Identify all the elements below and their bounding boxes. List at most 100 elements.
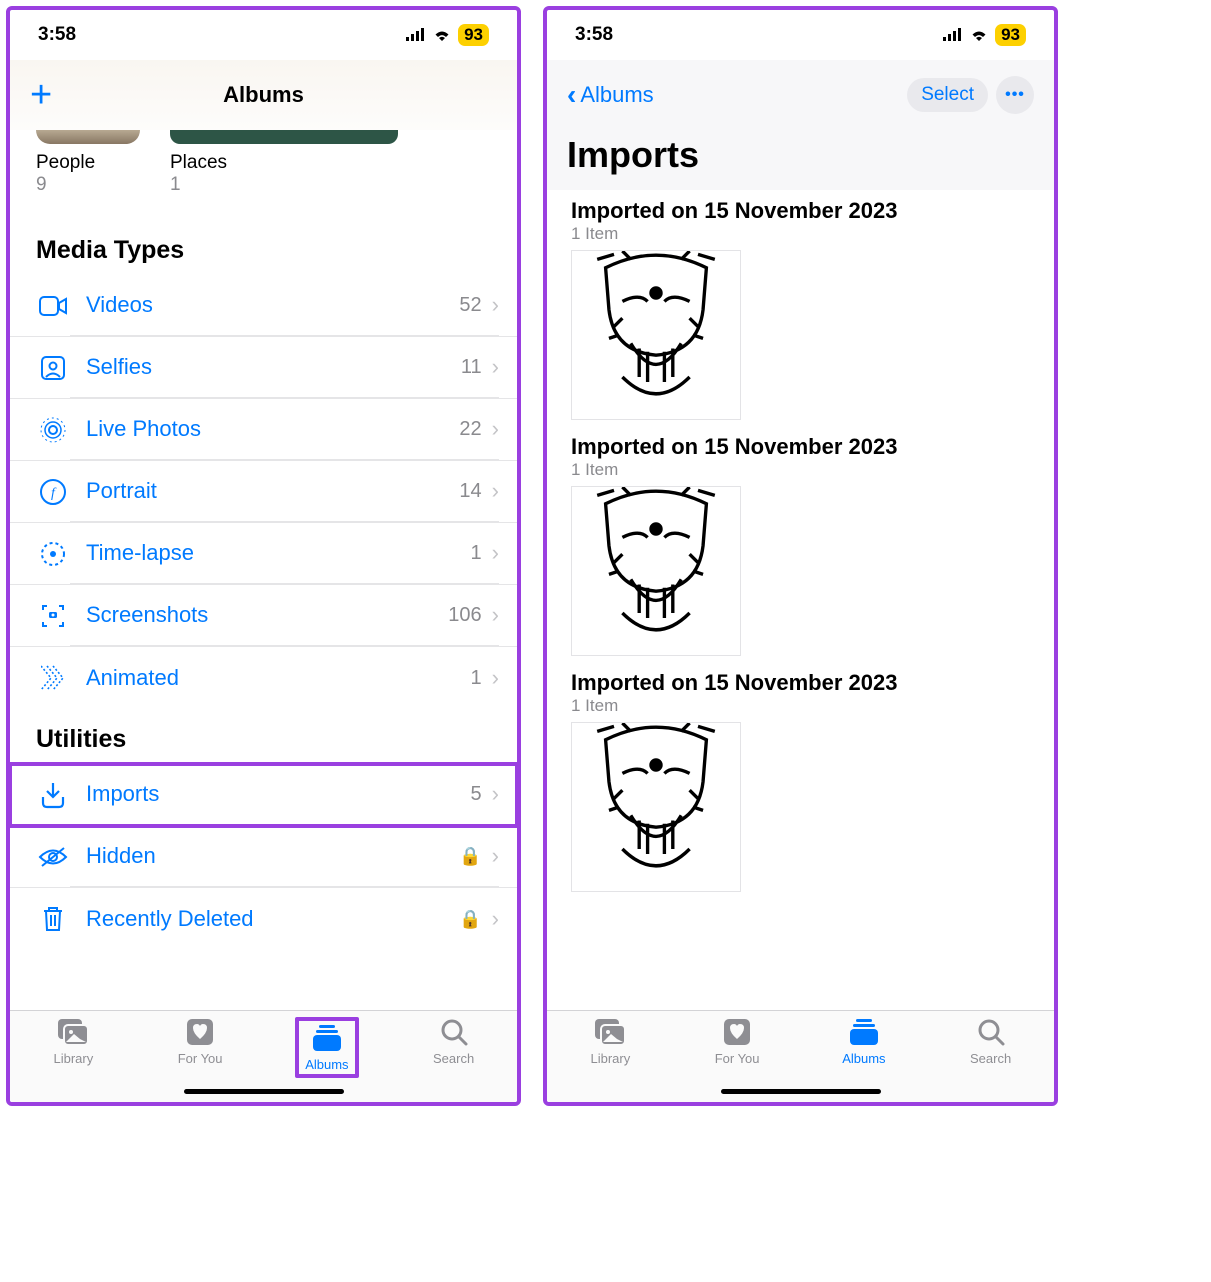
tab-label: Library bbox=[54, 1051, 94, 1066]
wifi-icon bbox=[969, 28, 989, 42]
places-title: Places bbox=[170, 152, 398, 174]
tab-library[interactable]: Library bbox=[10, 1017, 137, 1102]
row-count: 11 bbox=[461, 356, 482, 379]
row-timelapse[interactable]: Time-lapse 1 › bbox=[10, 523, 517, 585]
chevron-right-icon: › bbox=[492, 906, 499, 932]
tab-library[interactable]: Library bbox=[547, 1017, 674, 1102]
people-thumb bbox=[36, 130, 140, 144]
signal-icon bbox=[943, 28, 963, 42]
import-group: Imported on 15 November 2023 1 Item bbox=[547, 670, 1054, 906]
row-count: 106 bbox=[448, 604, 481, 627]
chevron-right-icon: › bbox=[492, 354, 499, 380]
group-subtitle: 1 Item bbox=[571, 460, 1042, 480]
tab-label: Search bbox=[433, 1051, 474, 1066]
section-utilities: Utilities bbox=[10, 709, 517, 764]
albums-icon bbox=[848, 1017, 880, 1047]
tab-search[interactable]: Search bbox=[390, 1017, 517, 1102]
chevron-right-icon: › bbox=[492, 602, 499, 628]
tab-search[interactable]: Search bbox=[927, 1017, 1054, 1102]
chevron-right-icon: › bbox=[492, 781, 499, 807]
svg-text:f: f bbox=[51, 486, 57, 501]
row-count: 14 bbox=[459, 480, 481, 503]
content: People 9 Places 1 Media Types Videos52› … bbox=[10, 130, 517, 1010]
back-button[interactable]: ‹ Albums bbox=[567, 79, 654, 111]
foryou-icon bbox=[185, 1017, 215, 1047]
import-thumb[interactable] bbox=[571, 722, 741, 892]
battery-badge: 93 bbox=[995, 24, 1026, 46]
row-selfies[interactable]: Selfies11› bbox=[10, 337, 517, 399]
drawing-placeholder bbox=[572, 487, 740, 655]
signal-icon bbox=[406, 28, 426, 42]
chevron-left-icon: ‹ bbox=[567, 79, 576, 111]
people-count: 9 bbox=[36, 174, 140, 196]
search-icon bbox=[976, 1017, 1006, 1047]
status-time: 3:58 bbox=[575, 24, 613, 46]
lock-icon: 🔒 bbox=[459, 909, 481, 930]
select-button[interactable]: Select bbox=[907, 78, 988, 112]
status-right: 93 bbox=[406, 24, 489, 46]
chevron-right-icon: › bbox=[492, 478, 499, 504]
timelapse-icon bbox=[36, 540, 70, 568]
row-videos[interactable]: Videos52› bbox=[10, 275, 517, 337]
page-title: Imports bbox=[547, 130, 1054, 190]
group-title: Imported on 15 November 2023 bbox=[571, 670, 1042, 696]
imports-content[interactable]: Imported on 15 November 2023 1 Item Impo… bbox=[547, 190, 1054, 1010]
people-title: People bbox=[36, 152, 140, 174]
back-label: Albums bbox=[580, 82, 653, 108]
phone-left: 3:58 93 + Albums People 9 Places 1 Media… bbox=[6, 6, 521, 1106]
row-label: Live Photos bbox=[86, 416, 201, 442]
row-count: 1 bbox=[471, 667, 482, 690]
foryou-icon bbox=[722, 1017, 752, 1047]
row-imports[interactable]: Imports5› bbox=[10, 764, 517, 826]
album-places[interactable]: Places 1 bbox=[170, 130, 398, 196]
row-hidden[interactable]: Hidden🔒› bbox=[10, 826, 517, 888]
chevron-right-icon: › bbox=[492, 540, 499, 566]
group-title: Imported on 15 November 2023 bbox=[571, 198, 1042, 224]
screenshot-icon bbox=[36, 602, 70, 630]
album-people[interactable]: People 9 bbox=[36, 130, 140, 196]
battery-badge: 93 bbox=[458, 24, 489, 46]
livephoto-icon bbox=[36, 416, 70, 444]
phone-right: 3:58 93 ‹ Albums Select ••• Imports Impo… bbox=[543, 6, 1058, 1106]
more-button[interactable]: ••• bbox=[996, 76, 1034, 114]
row-portrait[interactable]: f Portrait14› bbox=[10, 461, 517, 523]
chevron-right-icon: › bbox=[492, 292, 499, 318]
row-animated[interactable]: Animated1› bbox=[10, 647, 517, 709]
utilities-list: Imports5› Hidden🔒› Recently Deleted🔒› bbox=[10, 764, 517, 950]
library-icon bbox=[593, 1017, 627, 1047]
row-label: Recently Deleted bbox=[86, 906, 254, 932]
row-screenshots[interactable]: Screenshots106› bbox=[10, 585, 517, 647]
row-count: 1 bbox=[471, 542, 482, 565]
import-icon bbox=[36, 781, 70, 809]
status-right: 93 bbox=[943, 24, 1026, 46]
row-livephotos[interactable]: Live Photos22› bbox=[10, 399, 517, 461]
row-recently-deleted[interactable]: Recently Deleted 🔒 › bbox=[10, 888, 517, 950]
import-thumb[interactable] bbox=[571, 250, 741, 420]
home-indicator bbox=[184, 1089, 344, 1094]
group-subtitle: 1 Item bbox=[571, 696, 1042, 716]
group-title: Imported on 15 November 2023 bbox=[571, 434, 1042, 460]
video-icon bbox=[36, 296, 70, 316]
portrait-icon: f bbox=[36, 478, 70, 506]
media-types-list: Videos52› Selfies11› Live Photos22› f Po… bbox=[10, 275, 517, 709]
import-group: Imported on 15 November 2023 1 Item bbox=[547, 434, 1054, 670]
section-media-types: Media Types bbox=[10, 220, 517, 275]
row-label: Animated bbox=[86, 665, 179, 691]
row-label: Videos bbox=[86, 292, 153, 318]
row-label: Time-lapse bbox=[86, 540, 194, 566]
tab-label: For You bbox=[178, 1051, 223, 1066]
lock-icon: 🔒 bbox=[459, 846, 481, 867]
import-group: Imported on 15 November 2023 1 Item bbox=[547, 190, 1054, 434]
chevron-right-icon: › bbox=[492, 843, 499, 869]
status-bar: 3:58 93 bbox=[10, 10, 517, 60]
selfie-icon bbox=[36, 355, 70, 381]
wifi-icon bbox=[432, 28, 452, 42]
import-thumb[interactable] bbox=[571, 486, 741, 656]
drawing-placeholder bbox=[572, 251, 740, 419]
home-indicator bbox=[721, 1089, 881, 1094]
drawing-placeholder bbox=[572, 723, 740, 891]
nav-bar: + Albums bbox=[10, 60, 517, 130]
status-time: 3:58 bbox=[38, 24, 76, 46]
places-count: 1 bbox=[170, 174, 398, 196]
tab-label: For You bbox=[715, 1051, 760, 1066]
